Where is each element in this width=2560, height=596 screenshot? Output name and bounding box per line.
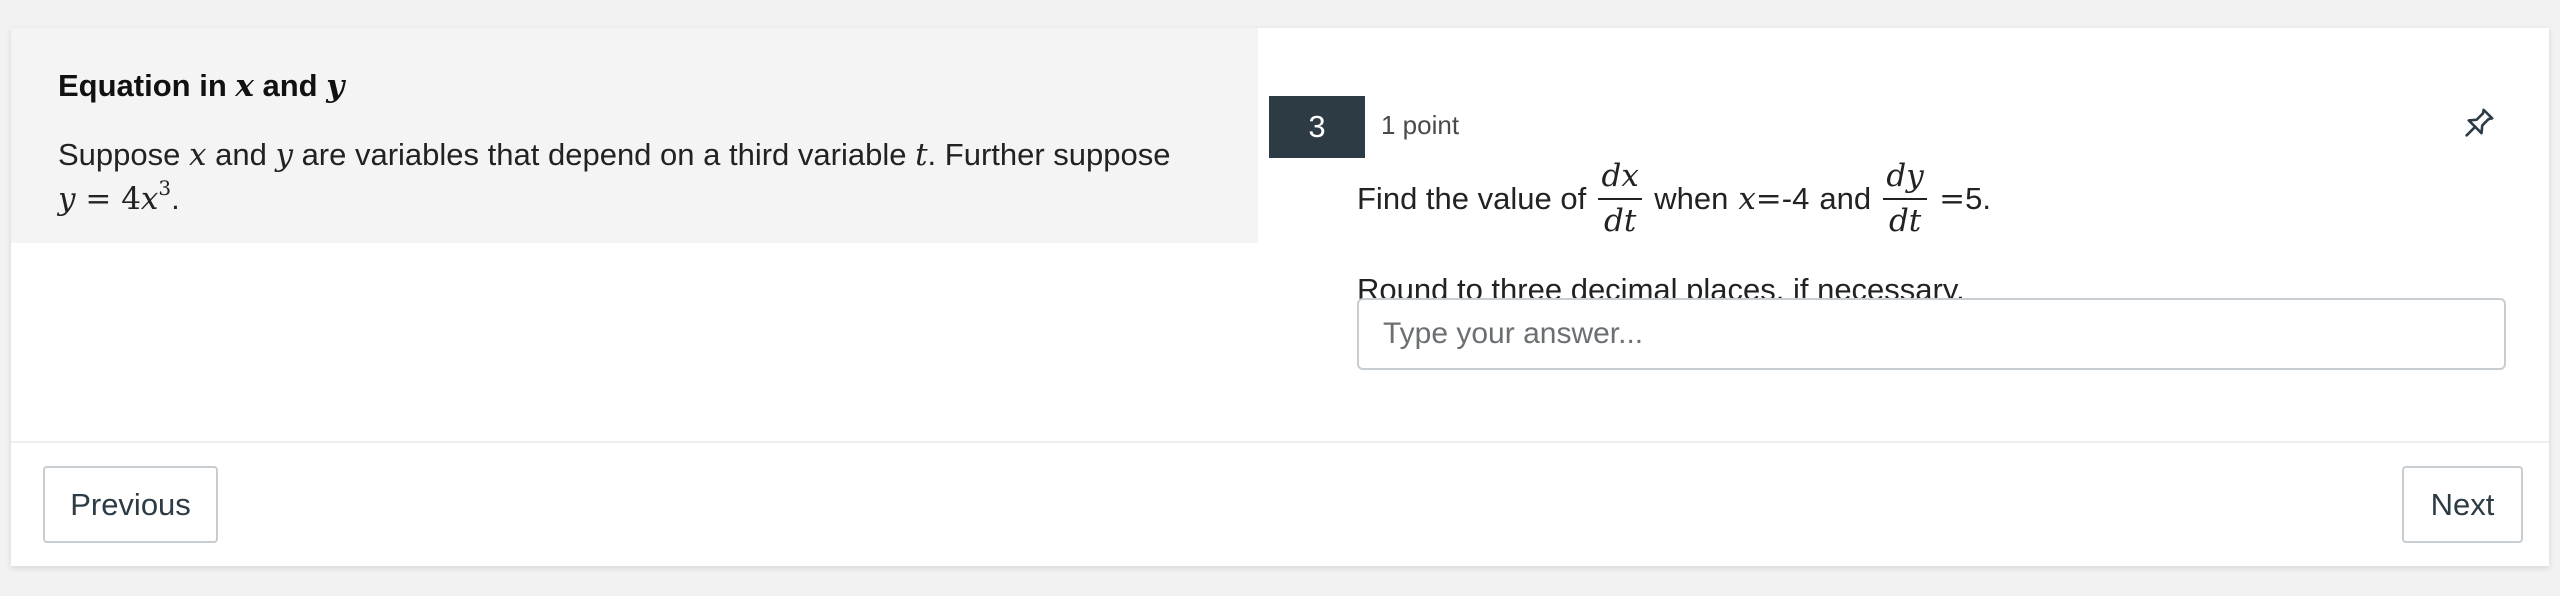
fraction-dy-dt-numerator: dy [1886, 158, 1924, 194]
question-points: 1 point [1381, 110, 1460, 140]
equation-equals: = 4 [75, 181, 141, 217]
stimulus-var-x: x [189, 137, 207, 173]
footer-divider [11, 441, 2549, 443]
question-text: Find the value of dx dt when x = -4 and … [1357, 158, 1991, 239]
equation-exponent: 3 [158, 176, 172, 200]
question-text-4: . [1982, 180, 1991, 216]
stimulus-text-4: . Further suppose [927, 137, 1171, 172]
question-var-x: x [1738, 180, 1756, 217]
stimulus-title-prefix: Equation in [58, 68, 236, 103]
stimulus-var-t: t [915, 137, 928, 173]
question-equals-1: = [1755, 180, 1782, 217]
question-equals-2: = [1939, 180, 1966, 217]
fraction-dy-dt-bar [1883, 198, 1928, 200]
stimulus-title: Equation in x and y [58, 68, 344, 104]
fraction-dy-dt: dy dt [1883, 158, 1928, 239]
question-text-2: when [1654, 180, 1729, 216]
fraction-dx-dt-bar [1598, 198, 1643, 200]
stimulus-title-var-y: y [326, 68, 345, 104]
question-text-3: and [1819, 180, 1872, 216]
stimulus-var-y: y [275, 137, 293, 173]
fraction-dy-dt-denominator: dt [1888, 203, 1922, 239]
equation-x: x [140, 181, 159, 217]
pin-icon[interactable] [2458, 104, 2498, 144]
next-button[interactable]: Next [2402, 466, 2523, 543]
previous-button[interactable]: Previous [43, 466, 218, 543]
quiz-card: Equation in x and y Suppose x and y are … [11, 28, 2549, 566]
fraction-dx-dt-numerator: dx [1601, 158, 1639, 194]
fraction-dx-dt-denominator: dt [1604, 203, 1637, 239]
question-text-1: Find the value of [1357, 180, 1587, 216]
stimulus-text-2: and [206, 137, 276, 172]
stimulus-text-1: Suppose [58, 137, 189, 172]
question-value-x: -4 [1781, 180, 1810, 216]
stimulus-title-and: and [253, 68, 327, 103]
stimulus-body: Suppose x and y are variables that depen… [58, 133, 1238, 221]
stimulus-text-3: are variables that depend on a third var… [292, 137, 916, 172]
equation-period: . [171, 181, 180, 216]
stimulus-panel: Equation in x and y Suppose x and y are … [11, 28, 1258, 243]
question-value-dydt: 5 [1965, 180, 1983, 216]
equation-y: y [58, 181, 76, 217]
fraction-dx-dt: dx dt [1598, 158, 1643, 239]
stimulus-title-var-x: x [235, 68, 254, 104]
answer-input[interactable] [1357, 298, 2506, 370]
question-number-badge: 3 [1269, 96, 1365, 158]
